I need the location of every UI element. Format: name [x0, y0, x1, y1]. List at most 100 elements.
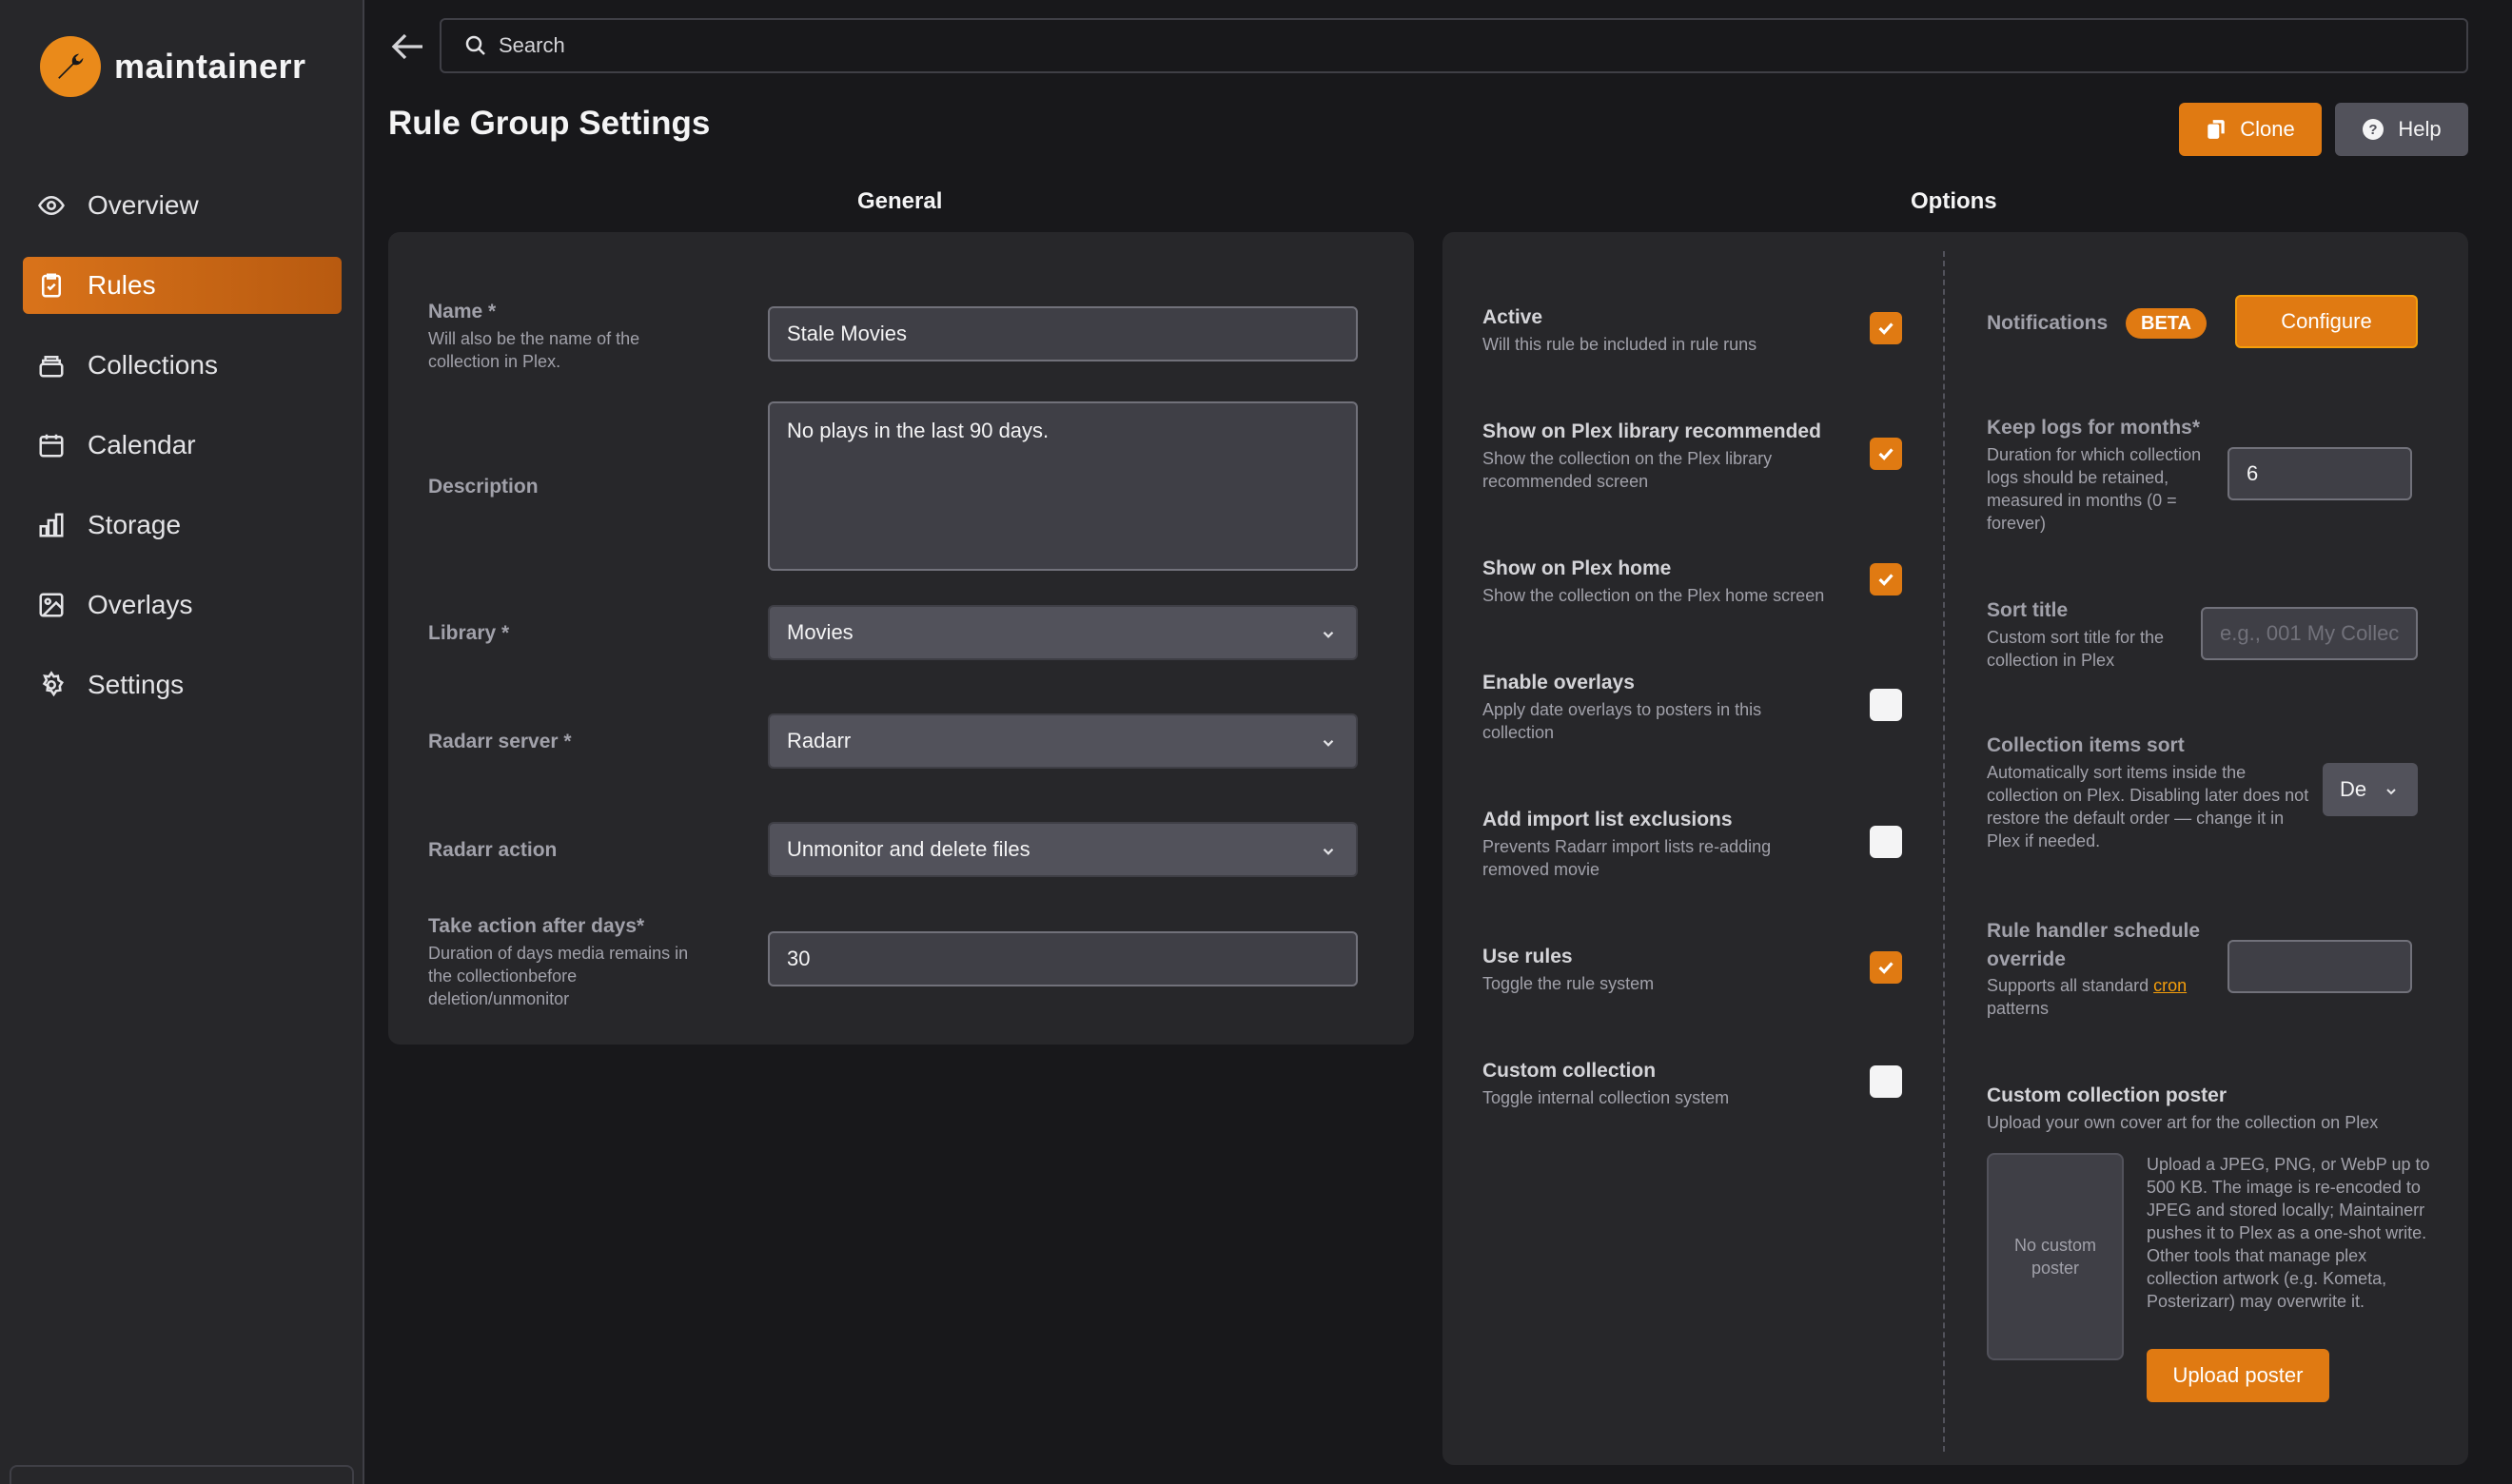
description-label: Description [428, 476, 539, 498]
take-action-hint: Duration of days media remains in the co… [428, 944, 689, 1008]
upload-poster-button[interactable]: Upload poster [2147, 1349, 2329, 1402]
schedule-input[interactable] [2227, 940, 2412, 993]
column-divider [1943, 251, 1945, 1452]
sort-title-input[interactable]: e.g., 001 My Collec [2201, 607, 2418, 660]
sort-title-desc: Custom sort title for the collection in … [1987, 628, 2165, 670]
sidebar: maintainerr Overview Rules Collections C… [0, 0, 364, 1484]
check-icon [1878, 448, 1894, 460]
chevron-down-icon [1323, 631, 1334, 638]
toggle-title: Add import list exclusions [1482, 809, 1733, 830]
custom-collection-checkbox[interactable] [1870, 1065, 1902, 1098]
toggle-title: Custom collection [1482, 1060, 1657, 1082]
brand[interactable]: maintainerr [40, 36, 306, 97]
gear-icon [36, 670, 67, 700]
toggle-desc: Toggle the rule system [1482, 974, 1655, 993]
toggle-desc: Apply date overlays to posters in this c… [1482, 700, 1762, 742]
toggle-desc: Will this rule be included in rule runs [1482, 335, 1757, 354]
beta-badge: BETA [2126, 308, 2207, 339]
search-input[interactable] [499, 33, 2211, 58]
schedule-desc-suffix: patterns [1987, 999, 2050, 1018]
options-panel: Active Will this rule be included in rul… [1442, 232, 2468, 1465]
arrow-left-icon [391, 33, 422, 60]
help-label: Help [2398, 117, 2442, 141]
clone-button[interactable]: Clone [2179, 103, 2322, 156]
calendar-icon [36, 430, 67, 460]
sidebar-item-calendar[interactable]: Calendar [23, 417, 342, 474]
bar-chart-icon [36, 510, 67, 540]
sort-title-label: Sort title [1987, 599, 2069, 621]
options-section-title: Options [1911, 188, 1997, 214]
plex-recommended-checkbox[interactable] [1870, 438, 1902, 470]
poster-label: Custom collection poster [1987, 1084, 2227, 1106]
enable-overlays-checkbox[interactable] [1870, 689, 1902, 721]
radarr-action-label: Radarr action [428, 839, 558, 861]
sidebar-item-settings[interactable]: Settings [23, 656, 342, 713]
name-input[interactable]: Stale Movies [768, 306, 1358, 361]
sidebar-item-label: Overlays [88, 590, 193, 619]
library-select[interactable]: Movies [768, 605, 1358, 660]
toggle-title: Show on Plex library recommended [1482, 420, 1821, 442]
search-bar[interactable] [440, 18, 2468, 73]
radarr-action-select[interactable]: Unmonitor and delete files [768, 822, 1358, 877]
svg-text:?: ? [2369, 122, 2378, 138]
items-sort-label: Collection items sort [1987, 734, 2185, 756]
check-icon [1878, 322, 1894, 335]
sidebar-item-label: Collections [88, 350, 218, 380]
sidebar-item-label: Rules [88, 270, 156, 300]
use-rules-checkbox[interactable] [1870, 951, 1902, 984]
name-label: Name * [428, 301, 497, 322]
question-circle-icon: ? [2363, 119, 2384, 140]
main-nav: Overview Rules Collections Calendar Stor… [23, 177, 342, 736]
plex-home-checkbox[interactable] [1870, 563, 1902, 596]
radarr-server-label: Radarr server * [428, 731, 572, 752]
wrench-logo-icon [40, 36, 101, 97]
active-checkbox[interactable] [1870, 312, 1902, 344]
poster-desc: Upload your own cover art for the collec… [1987, 1113, 2379, 1132]
general-section-title: General [857, 188, 943, 214]
copy-icon [2208, 120, 2225, 139]
app-name: maintainerr [114, 47, 306, 86]
archive-icon [36, 350, 67, 381]
toggle-desc: Prevents Radarr import lists re-adding r… [1482, 837, 1772, 879]
toggle-title: Use rules [1482, 946, 1573, 967]
search-icon [465, 35, 485, 55]
radarr-action-value: Unmonitor and delete files [787, 837, 1030, 861]
sidebar-item-overview[interactable]: Overview [23, 177, 342, 234]
library-value: Movies [787, 620, 854, 644]
sidebar-footer-card [10, 1465, 354, 1484]
poster-placeholder: No custom poster [1987, 1153, 2124, 1360]
sidebar-item-rules[interactable]: Rules [23, 257, 342, 314]
sidebar-item-collections[interactable]: Collections [23, 337, 342, 394]
sidebar-item-overlays[interactable]: Overlays [23, 576, 342, 634]
back-button[interactable] [388, 27, 428, 67]
help-button[interactable]: ? Help [2335, 103, 2468, 156]
sidebar-item-label: Calendar [88, 430, 196, 459]
clipboard-check-icon [36, 270, 67, 301]
chevron-down-icon [1323, 739, 1334, 747]
keep-logs-label: Keep logs for months* [1987, 417, 2201, 439]
items-sort-select[interactable]: De [2323, 763, 2418, 816]
radarr-server-value: Radarr [787, 729, 852, 752]
keep-logs-desc: Duration for which collection logs shoul… [1987, 445, 2202, 533]
notifications-label: Notifications [1987, 312, 2109, 334]
take-action-days-input[interactable]: 30 [768, 931, 1358, 986]
radarr-server-select[interactable]: Radarr [768, 713, 1358, 769]
sidebar-item-label: Settings [88, 670, 185, 699]
items-sort-value: De [2340, 777, 2367, 801]
sidebar-item-label: Overview [88, 190, 199, 220]
cron-link[interactable]: cron [2153, 976, 2187, 995]
clone-label: Clone [2240, 117, 2295, 141]
configure-notifications-button[interactable]: Configure [2235, 295, 2418, 348]
general-panel: Name * Will also be the name of the coll… [388, 232, 1414, 1045]
import-exclusions-checkbox[interactable] [1870, 826, 1902, 858]
sidebar-item-storage[interactable]: Storage [23, 497, 342, 554]
library-label: Library * [428, 622, 510, 644]
keep-logs-input[interactable]: 6 [2227, 447, 2412, 500]
check-icon [1878, 962, 1894, 974]
description-textarea[interactable]: No plays in the last 90 days. [768, 401, 1358, 571]
chevron-down-icon [2386, 789, 2396, 795]
sidebar-item-label: Storage [88, 510, 182, 539]
schedule-desc: Supports all standard cron patterns [1987, 974, 2215, 1020]
chevron-down-icon [1323, 848, 1334, 855]
take-action-label: Take action after days* [428, 915, 645, 937]
